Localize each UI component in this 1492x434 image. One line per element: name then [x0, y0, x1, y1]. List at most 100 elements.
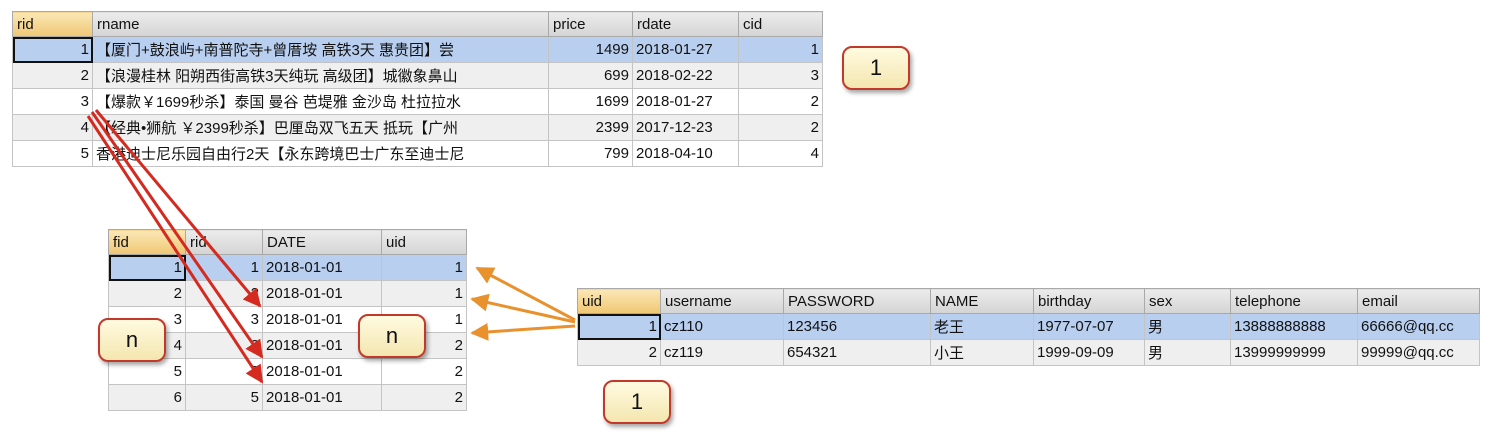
cell-date[interactable]: 2018-01-01	[262, 358, 382, 385]
cell-rid[interactable]: 2	[12, 62, 93, 89]
cell-name[interactable]: 老王	[930, 313, 1034, 340]
cell-cid[interactable]: 2	[738, 114, 823, 141]
arrow-user-1-to-favorite-row-3	[470, 322, 576, 341]
arrow-user-1-to-favorite-row-1	[475, 266, 576, 322]
user-table: uid username PASSWORD NAME birthday sex …	[577, 288, 1480, 366]
cell-price[interactable]: 799	[548, 140, 633, 167]
cell-cid[interactable]: 3	[738, 62, 823, 89]
column-header-cid[interactable]: cid	[738, 11, 823, 37]
cell-rid[interactable]: 4	[12, 114, 93, 141]
cell-rdate[interactable]: 2018-01-27	[632, 88, 739, 115]
cell-password[interactable]: 654321	[783, 339, 931, 366]
cell-rdate[interactable]: 2018-01-27	[632, 36, 739, 63]
cell-telephone[interactable]: 13888888888	[1230, 313, 1358, 340]
table-row[interactable]: 1 cz110 123456 老王 1977-07-07 男 138888888…	[577, 313, 1480, 340]
cell-rname[interactable]: 【浪漫桂林 阳朔西街高铁3天纯玩 高级团】城徽象鼻山	[92, 62, 549, 89]
cell-fid[interactable]: 5	[108, 358, 186, 385]
cardinality-badge-route-one: 1	[842, 46, 910, 90]
cell-price[interactable]: 2399	[548, 114, 633, 141]
favorite-table-header: fid rid DATE uid	[108, 229, 467, 255]
cell-name[interactable]: 小王	[930, 339, 1034, 366]
cell-sex[interactable]: 男	[1144, 313, 1231, 340]
cell-uid[interactable]: 2	[381, 358, 467, 385]
arrow-user-1-to-favorite-row-2	[470, 293, 576, 324]
column-header-telephone[interactable]: telephone	[1230, 288, 1358, 314]
table-row[interactable]: 1 1 2018-01-01 1	[108, 254, 467, 281]
cell-fid[interactable]: 2	[108, 280, 186, 307]
cell-rdate[interactable]: 2018-04-10	[632, 140, 739, 167]
table-row[interactable]: 5 香港迪士尼乐园自由行2天【永东跨境巴士广东至迪士尼 799 2018-04-…	[12, 140, 823, 167]
cell-email[interactable]: 66666@qq.cc	[1357, 313, 1480, 340]
column-header-date[interactable]: DATE	[262, 229, 382, 255]
cell-telephone[interactable]: 13999999999	[1230, 339, 1358, 366]
cell-username[interactable]: cz110	[660, 313, 784, 340]
user-to-favorite-arrows	[470, 266, 576, 341]
column-header-email[interactable]: email	[1357, 288, 1480, 314]
cell-rid[interactable]: 3	[185, 358, 263, 385]
cell-fid[interactable]: 1	[108, 254, 186, 281]
table-row[interactable]: 5 3 2018-01-01 2	[108, 358, 467, 385]
cell-price[interactable]: 699	[548, 62, 633, 89]
cell-rid[interactable]: 2	[185, 332, 263, 359]
column-header-uid[interactable]: uid	[381, 229, 467, 255]
table-row[interactable]: 4 【经典•狮航 ￥2399秒杀】巴厘岛双飞五天 抵玩【广州 2399 2017…	[12, 114, 823, 141]
column-header-username[interactable]: username	[660, 288, 784, 314]
cell-birthday[interactable]: 1999-09-09	[1033, 339, 1145, 366]
cell-rname[interactable]: 【爆款￥1699秒杀】泰国 曼谷 芭堤雅 金沙岛 杜拉拉水	[92, 88, 549, 115]
cardinality-badge-favorite-n-right: n	[358, 314, 426, 358]
cell-rid[interactable]: 3	[12, 88, 93, 115]
cell-uid[interactable]: 2	[381, 384, 467, 411]
cell-date[interactable]: 2018-01-01	[262, 254, 382, 281]
cell-rname[interactable]: 【经典•狮航 ￥2399秒杀】巴厘岛双飞五天 抵玩【广州	[92, 114, 549, 141]
cell-password[interactable]: 123456	[783, 313, 931, 340]
cardinality-badge-favorite-n-left: n	[98, 318, 166, 362]
column-header-fid[interactable]: fid	[108, 229, 186, 255]
column-header-name[interactable]: NAME	[930, 288, 1034, 314]
cell-uid[interactable]: 1	[381, 280, 467, 307]
cell-date[interactable]: 2018-01-01	[262, 384, 382, 411]
column-header-rdate[interactable]: rdate	[632, 11, 739, 37]
column-header-sex[interactable]: sex	[1144, 288, 1231, 314]
column-header-birthday[interactable]: birthday	[1033, 288, 1145, 314]
cell-rid[interactable]: 5	[185, 384, 263, 411]
cell-uid[interactable]: 1	[577, 313, 661, 340]
cell-rdate[interactable]: 2017-12-23	[632, 114, 739, 141]
table-row[interactable]: 2 cz119 654321 小王 1999-09-09 男 139999999…	[577, 339, 1480, 366]
cell-rid[interactable]: 5	[12, 140, 93, 167]
table-row[interactable]: 1 【厦门+鼓浪屿+南普陀寺+曾厝垵 高铁3天 惠贵团】尝 1499 2018-…	[12, 36, 823, 63]
route-table-header: rid rname price rdate cid	[12, 11, 823, 37]
column-header-rname[interactable]: rname	[92, 11, 549, 37]
cell-price[interactable]: 1499	[548, 36, 633, 63]
cell-price[interactable]: 1699	[548, 88, 633, 115]
cell-rid[interactable]: 1	[12, 36, 93, 63]
table-row[interactable]: 3 【爆款￥1699秒杀】泰国 曼谷 芭堤雅 金沙岛 杜拉拉水 1699 201…	[12, 88, 823, 115]
cell-cid[interactable]: 1	[738, 36, 823, 63]
cell-rid[interactable]: 3	[185, 306, 263, 333]
column-header-password[interactable]: PASSWORD	[783, 288, 931, 314]
cell-rid[interactable]: 1	[185, 254, 263, 281]
cell-rid[interactable]: 2	[185, 280, 263, 307]
cell-uid[interactable]: 1	[381, 254, 467, 281]
cell-sex[interactable]: 男	[1144, 339, 1231, 366]
column-header-price[interactable]: price	[548, 11, 633, 37]
column-header-rid[interactable]: rid	[12, 11, 93, 37]
user-table-header: uid username PASSWORD NAME birthday sex …	[577, 288, 1480, 314]
table-row[interactable]: 2 【浪漫桂林 阳朔西街高铁3天纯玩 高级团】城徽象鼻山 699 2018-02…	[12, 62, 823, 89]
column-header-uid[interactable]: uid	[577, 288, 661, 314]
cell-cid[interactable]: 4	[738, 140, 823, 167]
route-table: rid rname price rdate cid 1 【厦门+鼓浪屿+南普陀寺…	[12, 11, 823, 167]
cardinality-badge-user-one: 1	[603, 380, 671, 424]
cell-email[interactable]: 99999@qq.cc	[1357, 339, 1480, 366]
cell-date[interactable]: 2018-01-01	[262, 280, 382, 307]
cell-uid[interactable]: 2	[577, 339, 661, 366]
cell-rname[interactable]: 【厦门+鼓浪屿+南普陀寺+曾厝垵 高铁3天 惠贵团】尝	[92, 36, 549, 63]
cell-fid[interactable]: 6	[108, 384, 186, 411]
cell-cid[interactable]: 2	[738, 88, 823, 115]
cell-birthday[interactable]: 1977-07-07	[1033, 313, 1145, 340]
cell-username[interactable]: cz119	[660, 339, 784, 366]
column-header-rid[interactable]: rid	[185, 229, 263, 255]
table-row[interactable]: 2 2 2018-01-01 1	[108, 280, 467, 307]
cell-rdate[interactable]: 2018-02-22	[632, 62, 739, 89]
table-row[interactable]: 6 5 2018-01-01 2	[108, 384, 467, 411]
cell-rname[interactable]: 香港迪士尼乐园自由行2天【永东跨境巴士广东至迪士尼	[92, 140, 549, 167]
